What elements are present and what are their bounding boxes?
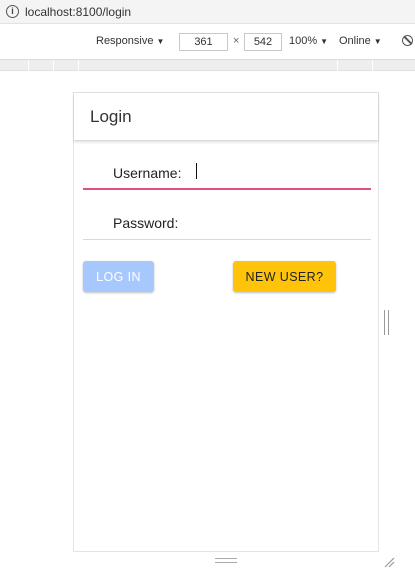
chevron-down-icon: ▼ xyxy=(373,37,382,46)
ruler-divider xyxy=(78,60,79,71)
password-field[interactable]: Password: xyxy=(83,194,371,240)
device-select-label: Responsive xyxy=(96,35,154,47)
info-icon[interactable]: i xyxy=(6,5,19,18)
username-input[interactable] xyxy=(189,162,359,182)
ruler-divider xyxy=(53,60,54,71)
ruler-divider xyxy=(372,60,373,71)
text-cursor xyxy=(196,163,197,179)
resize-handle-right[interactable] xyxy=(384,310,389,335)
width-input[interactable]: 361 xyxy=(179,33,228,51)
device-toolbar: Responsive ▼ 361 × 542 100% ▼ Online ▼ xyxy=(0,25,415,60)
chevron-down-icon: ▼ xyxy=(320,37,329,46)
zoom-select[interactable]: 100% ▼ xyxy=(289,35,328,47)
device-frame: Login Username: Password: LOG IN NEW USE… xyxy=(73,92,379,552)
ruler-divider xyxy=(337,60,338,71)
rotate-icon[interactable] xyxy=(402,35,413,46)
ruler-divider xyxy=(28,60,29,71)
zoom-select-label: 100% xyxy=(289,35,318,47)
app-header: Login xyxy=(74,93,378,141)
login-button[interactable]: LOG IN xyxy=(83,261,154,292)
dimension-separator: × xyxy=(233,35,240,47)
media-query-ruler[interactable] xyxy=(0,60,415,71)
resize-corner-icon[interactable] xyxy=(383,556,395,568)
network-select[interactable]: Online ▼ xyxy=(339,35,382,47)
chevron-down-icon: ▼ xyxy=(156,37,165,46)
resize-handle-bottom[interactable] xyxy=(215,558,237,563)
username-label: Username: xyxy=(113,165,182,181)
password-input[interactable] xyxy=(189,212,359,232)
network-select-label: Online xyxy=(339,35,371,47)
url-text[interactable]: localhost:8100/login xyxy=(25,5,131,19)
address-bar[interactable]: i localhost:8100/login xyxy=(0,0,415,24)
password-label: Password: xyxy=(113,215,179,231)
new-user-button[interactable]: NEW USER? xyxy=(233,261,336,292)
height-input[interactable]: 542 xyxy=(244,33,282,51)
device-select[interactable]: Responsive ▼ xyxy=(96,35,164,47)
page-title: Login xyxy=(90,107,132,126)
viewport-stage: Login Username: Password: LOG IN NEW USE… xyxy=(0,72,415,582)
username-field[interactable]: Username: xyxy=(83,144,371,190)
